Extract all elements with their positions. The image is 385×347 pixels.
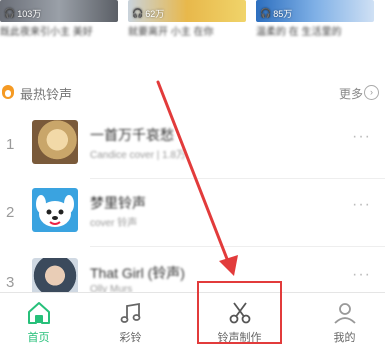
annotation-arrow [156, 80, 238, 276]
